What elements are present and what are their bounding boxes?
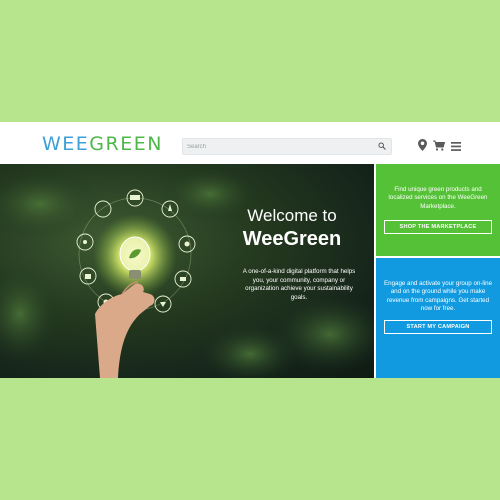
hero-banner: Welcome to WeeGreen A one-of-a-kind digi… [0,164,374,378]
weegreen-logo[interactable]: WEEGREEN [37,132,161,156]
hero-title-line2: WeeGreen [242,228,342,250]
hero-description: A one-of-a-kind digital platform that he… [242,268,356,301]
logo-green-text: GREEN [89,133,163,155]
marketplace-panel-text: Find unique green products and localized… [388,186,488,210]
campaign-panel-text: Engage and activate your group on-line a… [384,280,493,313]
campaign-panel: Engage and activate your group on-line a… [376,258,500,378]
search-icon[interactable] [378,142,386,150]
marketplace-panel: Find unique green products and localized… [376,164,500,256]
cart-icon[interactable] [433,138,446,156]
search-box [182,138,392,155]
site-header: WEEGREEN [0,122,500,164]
hero-title: Welcome to WeeGreen [232,206,352,252]
website-screenshot: WEEGREEN Search Welcome to WeeGreen A on… [0,122,500,378]
header-icons [418,138,467,156]
hero-title-line1: Welcome to [247,206,337,225]
logo-wordmark: WEEGREEN [42,132,163,156]
logo-wee-text: WEE [42,133,90,155]
location-pin-icon[interactable] [418,138,427,156]
shop-marketplace-button[interactable]: SHOP THE MARKETPLACE [384,220,492,234]
start-campaign-button[interactable]: START MY CAMPAIGN [384,320,492,334]
search-input[interactable] [187,139,367,154]
menu-icon[interactable] [451,138,461,156]
